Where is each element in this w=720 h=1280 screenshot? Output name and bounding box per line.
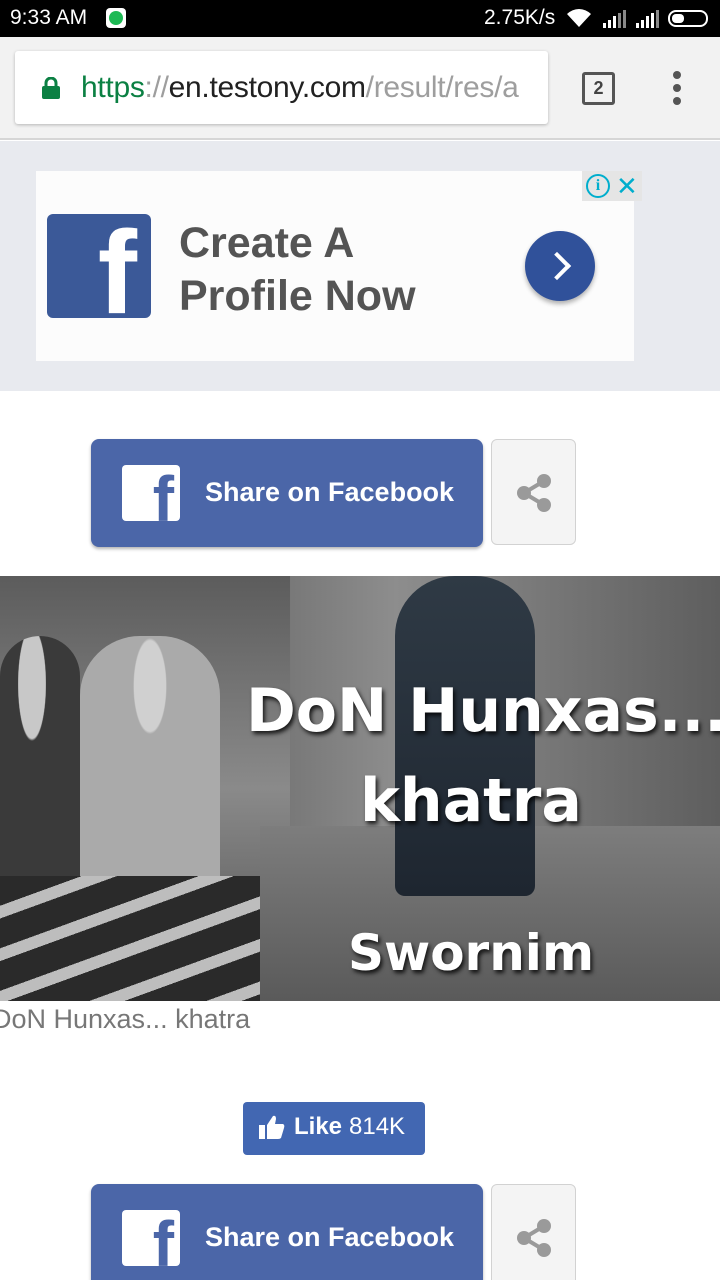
close-icon[interactable]: ✕ [616,171,638,201]
network-speed: 2.75K/s [484,6,556,29]
tab-switcher-button[interactable]: 2 [582,72,615,105]
result-title-line1: DoN Hunxas... [246,676,720,746]
like-count: 814K [349,1113,406,1140]
status-bar: 9:33 AM 2.75K/s [0,0,720,37]
ad-headline: Create A Profile Now [179,219,416,320]
chevron-right-icon[interactable] [525,231,595,301]
address-bar[interactable]: https://en.testony.com/result/res/a [15,51,548,124]
like-label: Like [294,1113,343,1140]
overflow-menu-icon[interactable] [671,71,683,107]
result-title-line2: khatra [360,766,582,836]
share-icon [517,1219,551,1257]
ad-choices[interactable]: i ✕ [582,171,642,201]
ad-banner[interactable]: f Create A Profile Now [36,171,634,361]
share-row-top: f Share on Facebook [0,439,720,549]
result-name: Swornim [348,924,595,982]
facebook-icon: f [122,465,180,521]
share-button-label: Share on Facebook [205,1222,455,1252]
info-icon[interactable]: i [586,174,610,198]
share-on-facebook-button[interactable]: f Share on Facebook [91,439,483,547]
wifi-icon [567,9,591,27]
result-image: DoN Hunxas... khatra Swornim [0,576,720,1001]
battery-icon [668,10,708,27]
facebook-logo-icon: f [47,214,151,318]
thumbs-up-icon [259,1115,285,1139]
share-icon [517,474,551,512]
share-row-bottom: f Share on Facebook [0,1184,720,1280]
table-stripes [0,876,290,1001]
share-button[interactable] [491,439,576,545]
signal-icon [636,10,659,28]
spotify-icon [106,8,126,28]
share-button-label: Share on Facebook [205,477,455,507]
signal-icon [603,10,626,28]
url-text: https://en.testony.com/result/res/a [81,71,519,104]
browser-toolbar: https://en.testony.com/result/res/a 2 [0,37,720,140]
like-button[interactable]: Like 814K [243,1102,425,1155]
person-figure [80,636,220,886]
person-figure [0,636,80,876]
status-time: 9:33 AM [10,6,88,29]
lock-icon [42,77,60,99]
share-on-facebook-button[interactable]: f Share on Facebook [91,1184,483,1280]
result-caption: DoN Hunxas... khatra [0,1004,251,1034]
share-button[interactable] [491,1184,576,1280]
facebook-icon: f [122,1210,180,1266]
ad-container: f Create A Profile Now i ✕ [0,141,720,391]
